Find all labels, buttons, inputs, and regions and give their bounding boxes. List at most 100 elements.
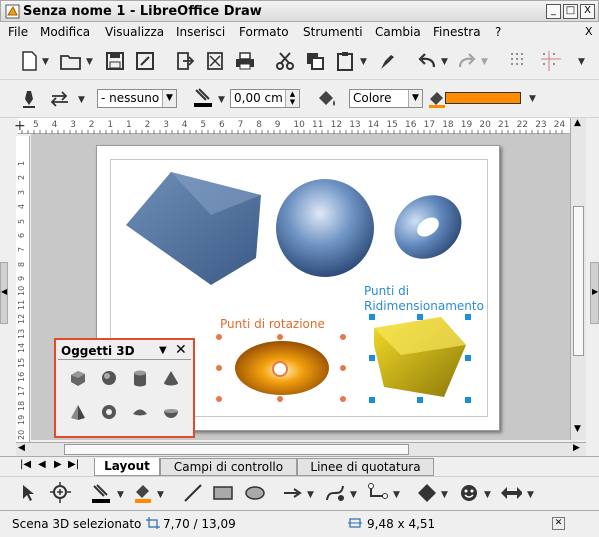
- connector-tool-icon[interactable]: [367, 482, 389, 504]
- resize-handle[interactable]: [465, 355, 471, 361]
- maximize-button[interactable]: □: [563, 4, 578, 19]
- tab-campi-di-controllo[interactable]: Campi di controllo: [160, 458, 297, 476]
- panel-header[interactable]: Oggetti 3D ▼ ✕: [58, 342, 191, 360]
- print-icon[interactable]: [234, 50, 256, 72]
- rotation-handle[interactable]: [216, 334, 222, 340]
- panel-close-icon[interactable]: ✕: [175, 341, 187, 359]
- tab-linee-di-quotatura[interactable]: Linee di quotatura: [297, 458, 434, 476]
- spin-icon[interactable]: ▲ ▼: [285, 90, 299, 107]
- arrow-dropdown-icon[interactable]: ▼: [78, 95, 85, 105]
- curve-tool-icon[interactable]: [324, 482, 346, 504]
- zoom-pan-icon[interactable]: [50, 482, 72, 504]
- export-pdf-icon[interactable]: [204, 50, 226, 72]
- rotation-handle[interactable]: [340, 365, 346, 371]
- fill-color-swatch[interactable]: [445, 92, 521, 104]
- ruler-origin-icon[interactable]: +: [14, 118, 26, 134]
- select-arrow-icon[interactable]: [18, 482, 40, 504]
- helplines-icon[interactable]: [540, 50, 562, 72]
- paste-icon[interactable]: [334, 50, 356, 72]
- save-status-icon[interactable]: ✕: [552, 517, 565, 530]
- ellipse-tool-icon[interactable]: [244, 482, 266, 504]
- line-width-field[interactable]: 0,00 cm ▲ ▼: [230, 89, 300, 108]
- cone-icon[interactable]: [159, 366, 183, 390]
- rotation-handle[interactable]: [340, 334, 346, 340]
- tab-layout[interactable]: Layout: [94, 458, 160, 476]
- menu-finestra[interactable]: Finestra: [433, 25, 481, 39]
- save-as-icon[interactable]: [134, 50, 156, 72]
- basic-shapes-dropdown-icon[interactable]: ▼: [441, 490, 448, 500]
- menu-strumenti[interactable]: Strumenti: [303, 25, 363, 39]
- rectangle-tool-icon[interactable]: [212, 482, 234, 504]
- block-arrows-dropdown-icon[interactable]: ▼: [527, 490, 534, 500]
- redo-dropdown-icon[interactable]: ▼: [481, 57, 488, 67]
- first-tab-icon[interactable]: |◀: [20, 459, 31, 470]
- basic-shapes-icon[interactable]: [416, 482, 438, 504]
- panel-menu-icon[interactable]: ▼: [159, 342, 167, 360]
- arrow-line-tool-icon[interactable]: [282, 482, 304, 504]
- sphere-icon[interactable]: [97, 366, 121, 390]
- resize-handle[interactable]: [465, 397, 471, 403]
- fill-color-draw-icon[interactable]: [132, 482, 154, 504]
- cylinder-icon[interactable]: [128, 366, 152, 390]
- torus-icon[interactable]: [97, 400, 121, 424]
- last-tab-icon[interactable]: ▶|: [68, 459, 79, 470]
- area-fill-bucket-icon[interactable]: [316, 88, 338, 110]
- curve-dropdown-icon[interactable]: ▼: [350, 490, 357, 500]
- scroll-down-icon[interactable]: ▼: [574, 424, 581, 434]
- line-tool-icon[interactable]: [182, 482, 204, 504]
- resize-handle[interactable]: [417, 314, 423, 320]
- block-arrows-icon[interactable]: [500, 482, 522, 504]
- menu-file[interactable]: File: [8, 25, 28, 39]
- symbol-shapes-smiley-icon[interactable]: [458, 482, 480, 504]
- shell-icon[interactable]: [128, 400, 152, 424]
- menu-inserisci[interactable]: Inserisci: [176, 25, 225, 39]
- line-color-icon[interactable]: [192, 86, 214, 108]
- prev-tab-icon[interactable]: ◀: [38, 459, 46, 470]
- line-style-select[interactable]: - nessuno - ▼: [97, 89, 177, 108]
- sidebar-expand-handle[interactable]: ▶: [590, 262, 599, 324]
- sphere-shape[interactable]: [276, 179, 374, 277]
- pyramid-icon[interactable]: [66, 400, 90, 424]
- open-folder-icon[interactable]: [60, 50, 82, 72]
- line-color-dropdown-icon[interactable]: ▼: [218, 95, 225, 105]
- menu-help[interactable]: ?: [495, 25, 501, 39]
- rotation-handle[interactable]: [277, 396, 283, 402]
- rotation-handle[interactable]: [277, 334, 283, 340]
- line-style-pen-icon[interactable]: [18, 88, 40, 110]
- copy-icon[interactable]: [304, 50, 326, 72]
- menu-formato[interactable]: Formato: [239, 25, 289, 39]
- undo-icon[interactable]: [416, 50, 438, 72]
- new-document-icon[interactable]: [18, 50, 40, 72]
- rotation-handle[interactable]: [216, 365, 222, 371]
- paste-dropdown-icon[interactable]: ▼: [360, 57, 367, 67]
- minimize-button[interactable]: _: [546, 4, 561, 19]
- scroll-right-icon[interactable]: ▶: [573, 443, 580, 453]
- fill-color-dropdown-icon[interactable]: ▼: [529, 94, 536, 104]
- line-color-draw-dropdown-icon[interactable]: ▼: [117, 490, 124, 500]
- line-color-draw-icon[interactable]: [90, 482, 112, 504]
- cube-icon[interactable]: [66, 366, 90, 390]
- half-sphere-icon[interactable]: [159, 400, 183, 424]
- grid-icon[interactable]: [508, 50, 530, 72]
- cut-icon[interactable]: [274, 50, 296, 72]
- fill-color-draw-dropdown-icon[interactable]: ▼: [157, 490, 164, 500]
- vertical-scroll-thumb[interactable]: [573, 206, 584, 356]
- undo-dropdown-icon[interactable]: ▼: [441, 57, 448, 67]
- close-window-button[interactable]: X: [580, 4, 595, 19]
- resize-handle[interactable]: [417, 397, 423, 403]
- resize-handle[interactable]: [369, 397, 375, 403]
- symbol-shapes-dropdown-icon[interactable]: ▼: [484, 490, 491, 500]
- export-icon[interactable]: [174, 50, 196, 72]
- horizontal-scroll-thumb[interactable]: [64, 444, 409, 455]
- close-document-button[interactable]: X: [585, 25, 593, 38]
- connector-dropdown-icon[interactable]: ▼: [393, 490, 400, 500]
- rotation-handle[interactable]: [216, 396, 222, 402]
- torus-shape[interactable]: [382, 182, 474, 271]
- shell-shape[interactable]: [235, 341, 329, 395]
- menu-modifica[interactable]: Modifica: [40, 25, 90, 39]
- vertical-scrollbar[interactable]: ▲ ▼: [570, 118, 586, 440]
- resize-handle[interactable]: [369, 355, 375, 361]
- redo-icon[interactable]: [456, 50, 478, 72]
- save-icon[interactable]: [104, 50, 126, 72]
- open-dropdown-icon[interactable]: ▼: [86, 57, 93, 67]
